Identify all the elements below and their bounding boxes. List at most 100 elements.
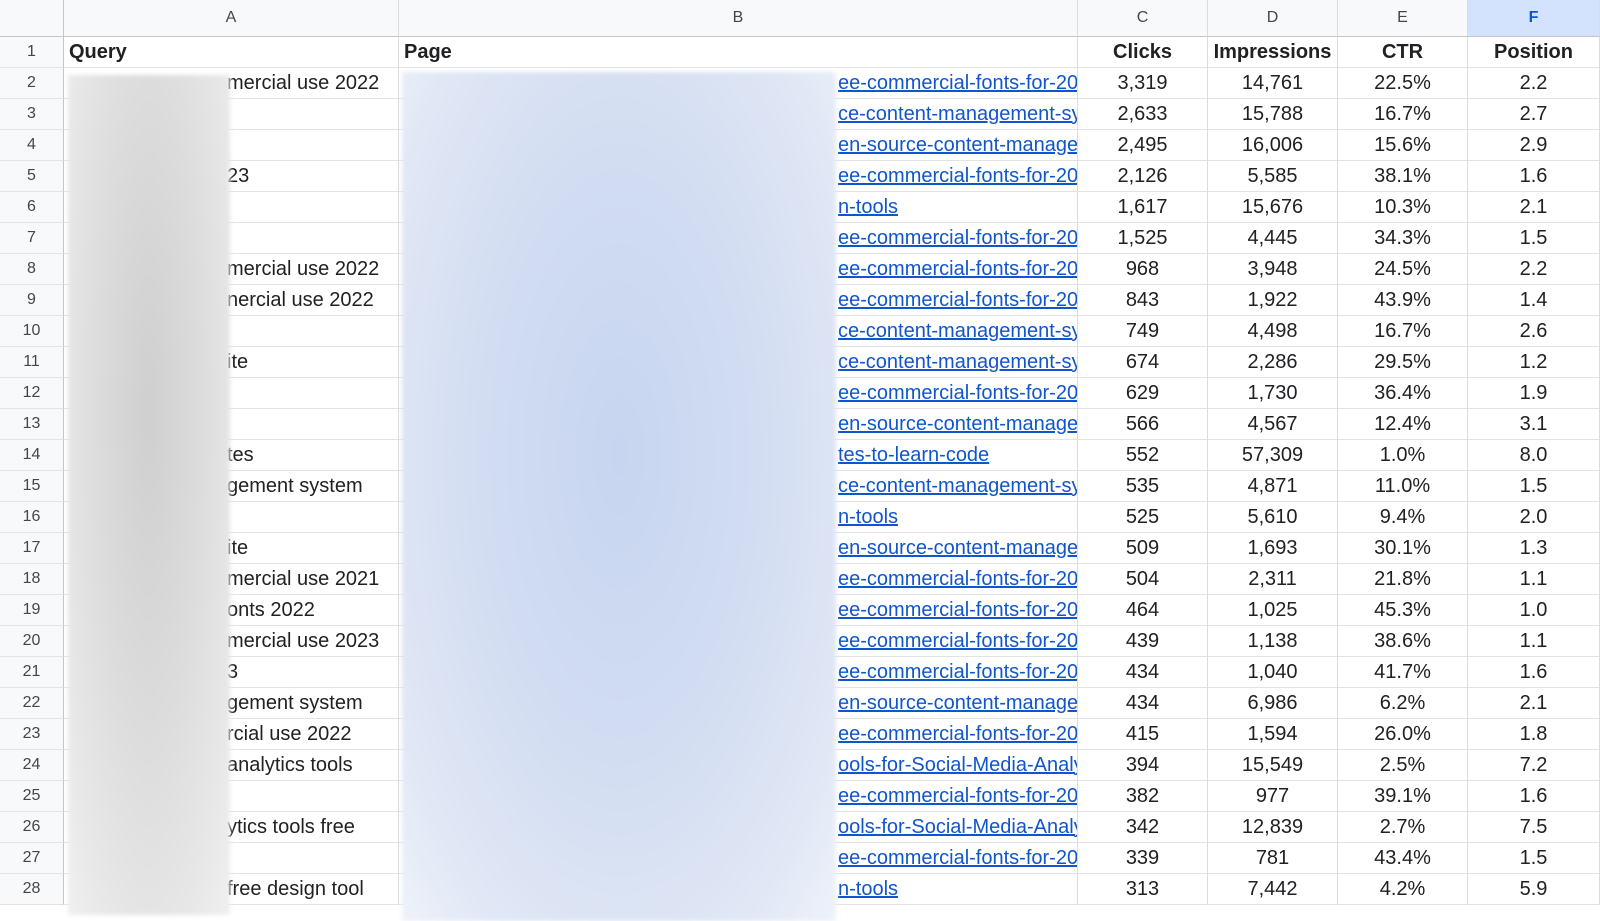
page-link[interactable]: ee-commercial-fonts-for-202 bbox=[838, 258, 1077, 281]
impressions-cell[interactable]: 4,567 bbox=[1208, 409, 1338, 440]
clicks-cell[interactable]: 525 bbox=[1078, 502, 1208, 533]
page-link[interactable]: en-source-content-manage bbox=[838, 413, 1077, 436]
row-number[interactable]: 4 bbox=[0, 130, 64, 161]
clicks-cell[interactable]: 968 bbox=[1078, 254, 1208, 285]
ctr-cell[interactable]: 15.6% bbox=[1338, 130, 1468, 161]
position-cell[interactable]: 1.9 bbox=[1468, 378, 1600, 409]
ctr-cell[interactable]: 21.8% bbox=[1338, 564, 1468, 595]
ctr-cell[interactable]: 11.0% bbox=[1338, 471, 1468, 502]
query-cell[interactable]: free design tool bbox=[64, 874, 399, 905]
clicks-cell[interactable]: 382 bbox=[1078, 781, 1208, 812]
ctr-cell[interactable]: 45.3% bbox=[1338, 595, 1468, 626]
position-cell[interactable]: 2.7 bbox=[1468, 99, 1600, 130]
page-cell[interactable]: n-tools bbox=[399, 502, 1078, 533]
row-number[interactable]: 13 bbox=[0, 409, 64, 440]
page-cell[interactable]: ce-content-management-sy bbox=[399, 471, 1078, 502]
query-cell[interactable]: ite bbox=[64, 347, 399, 378]
clicks-cell[interactable]: 2,126 bbox=[1078, 161, 1208, 192]
page-cell[interactable]: ee-commercial-fonts-for-202 bbox=[399, 378, 1078, 409]
impressions-cell[interactable]: 1,730 bbox=[1208, 378, 1338, 409]
impressions-cell[interactable]: 6,986 bbox=[1208, 688, 1338, 719]
page-cell[interactable]: ee-commercial-fonts-for-202 bbox=[399, 781, 1078, 812]
position-cell[interactable]: 7.5 bbox=[1468, 812, 1600, 843]
position-cell[interactable]: 1.2 bbox=[1468, 347, 1600, 378]
impressions-cell[interactable]: 4,445 bbox=[1208, 223, 1338, 254]
page-link[interactable]: ce-content-management-sy bbox=[838, 475, 1077, 498]
clicks-cell[interactable]: 629 bbox=[1078, 378, 1208, 409]
clicks-cell[interactable]: 566 bbox=[1078, 409, 1208, 440]
page-cell[interactable]: ce-content-management-sy bbox=[399, 347, 1078, 378]
page-link[interactable]: ee-commercial-fonts-for-202 bbox=[838, 72, 1077, 95]
page-cell[interactable]: n-tools bbox=[399, 874, 1078, 905]
impressions-cell[interactable]: 12,839 bbox=[1208, 812, 1338, 843]
ctr-cell[interactable]: 2.7% bbox=[1338, 812, 1468, 843]
row-number[interactable]: 6 bbox=[0, 192, 64, 223]
row-number[interactable]: 15 bbox=[0, 471, 64, 502]
row-number[interactable]: 9 bbox=[0, 285, 64, 316]
ctr-cell[interactable]: 29.5% bbox=[1338, 347, 1468, 378]
ctr-cell[interactable]: 12.4% bbox=[1338, 409, 1468, 440]
row-number[interactable]: 8 bbox=[0, 254, 64, 285]
row-number[interactable]: 16 bbox=[0, 502, 64, 533]
query-cell[interactable]: onts 2022 bbox=[64, 595, 399, 626]
clicks-cell[interactable]: 464 bbox=[1078, 595, 1208, 626]
row-number[interactable]: 3 bbox=[0, 99, 64, 130]
row-number[interactable]: 22 bbox=[0, 688, 64, 719]
query-cell[interactable]: rcial use 2022 bbox=[64, 719, 399, 750]
query-cell[interactable]: mercial use 2021 bbox=[64, 564, 399, 595]
query-cell[interactable]: nercial use 2022 bbox=[64, 285, 399, 316]
row-number[interactable]: 18 bbox=[0, 564, 64, 595]
ctr-cell[interactable]: 10.3% bbox=[1338, 192, 1468, 223]
page-link[interactable]: ce-content-management-sy bbox=[838, 351, 1077, 374]
page-link[interactable]: ee-commercial-fonts-for-202 bbox=[838, 723, 1077, 746]
row-number[interactable]: 17 bbox=[0, 533, 64, 564]
page-link[interactable]: en-source-content-manage bbox=[838, 134, 1077, 157]
row-number[interactable]: 19 bbox=[0, 595, 64, 626]
query-header-cell[interactable]: Query bbox=[64, 37, 399, 68]
clicks-cell[interactable]: 439 bbox=[1078, 626, 1208, 657]
column-header-d[interactable]: D bbox=[1208, 0, 1338, 37]
page-link[interactable]: ee-commercial-fonts-for-202 bbox=[838, 289, 1077, 312]
impressions-cell[interactable]: 1,040 bbox=[1208, 657, 1338, 688]
page-cell[interactable]: ee-commercial-fonts-for-202 bbox=[399, 626, 1078, 657]
ctr-cell[interactable]: 41.7% bbox=[1338, 657, 1468, 688]
impressions-cell[interactable]: 977 bbox=[1208, 781, 1338, 812]
page-cell[interactable]: ee-commercial-fonts-for-202 bbox=[399, 254, 1078, 285]
ctr-cell[interactable]: 6.2% bbox=[1338, 688, 1468, 719]
clicks-cell[interactable]: 2,495 bbox=[1078, 130, 1208, 161]
ctr-cell[interactable]: 36.4% bbox=[1338, 378, 1468, 409]
column-header-e[interactable]: E bbox=[1338, 0, 1468, 37]
impressions-cell[interactable]: 16,006 bbox=[1208, 130, 1338, 161]
page-link[interactable]: n-tools bbox=[838, 196, 898, 219]
page-link[interactable]: en-source-content-manage bbox=[838, 692, 1077, 715]
page-cell[interactable]: ce-content-management-sy bbox=[399, 99, 1078, 130]
impressions-cell[interactable]: 15,549 bbox=[1208, 750, 1338, 781]
ctr-cell[interactable]: 26.0% bbox=[1338, 719, 1468, 750]
query-cell[interactable]: 23 bbox=[64, 161, 399, 192]
ctr-cell[interactable]: 34.3% bbox=[1338, 223, 1468, 254]
ctr-cell[interactable]: 39.1% bbox=[1338, 781, 1468, 812]
clicks-cell[interactable]: 394 bbox=[1078, 750, 1208, 781]
page-link[interactable]: ools-for-Social-Media-Analy bbox=[838, 754, 1077, 777]
clicks-header-cell[interactable]: Clicks bbox=[1078, 37, 1208, 68]
page-cell[interactable]: ee-commercial-fonts-for-202 bbox=[399, 68, 1078, 99]
position-cell[interactable]: 1.0 bbox=[1468, 595, 1600, 626]
row-number[interactable]: 20 bbox=[0, 626, 64, 657]
position-cell[interactable]: 2.2 bbox=[1468, 68, 1600, 99]
page-link[interactable]: ee-commercial-fonts-for-202 bbox=[838, 630, 1077, 653]
impressions-header-cell[interactable]: Impressions bbox=[1208, 37, 1338, 68]
query-cell[interactable]: ite bbox=[64, 533, 399, 564]
clicks-cell[interactable]: 415 bbox=[1078, 719, 1208, 750]
query-cell[interactable] bbox=[64, 223, 399, 254]
clicks-cell[interactable]: 535 bbox=[1078, 471, 1208, 502]
page-link[interactable]: ee-commercial-fonts-for-202 bbox=[838, 227, 1077, 250]
impressions-cell[interactable]: 1,138 bbox=[1208, 626, 1338, 657]
query-cell[interactable] bbox=[64, 409, 399, 440]
page-cell[interactable]: ee-commercial-fonts-for-202 bbox=[399, 223, 1078, 254]
clicks-cell[interactable]: 434 bbox=[1078, 688, 1208, 719]
clicks-cell[interactable]: 1,525 bbox=[1078, 223, 1208, 254]
ctr-cell[interactable]: 24.5% bbox=[1338, 254, 1468, 285]
page-link[interactable]: ee-commercial-fonts-for-202 bbox=[838, 785, 1077, 808]
clicks-cell[interactable]: 342 bbox=[1078, 812, 1208, 843]
query-cell[interactable] bbox=[64, 316, 399, 347]
